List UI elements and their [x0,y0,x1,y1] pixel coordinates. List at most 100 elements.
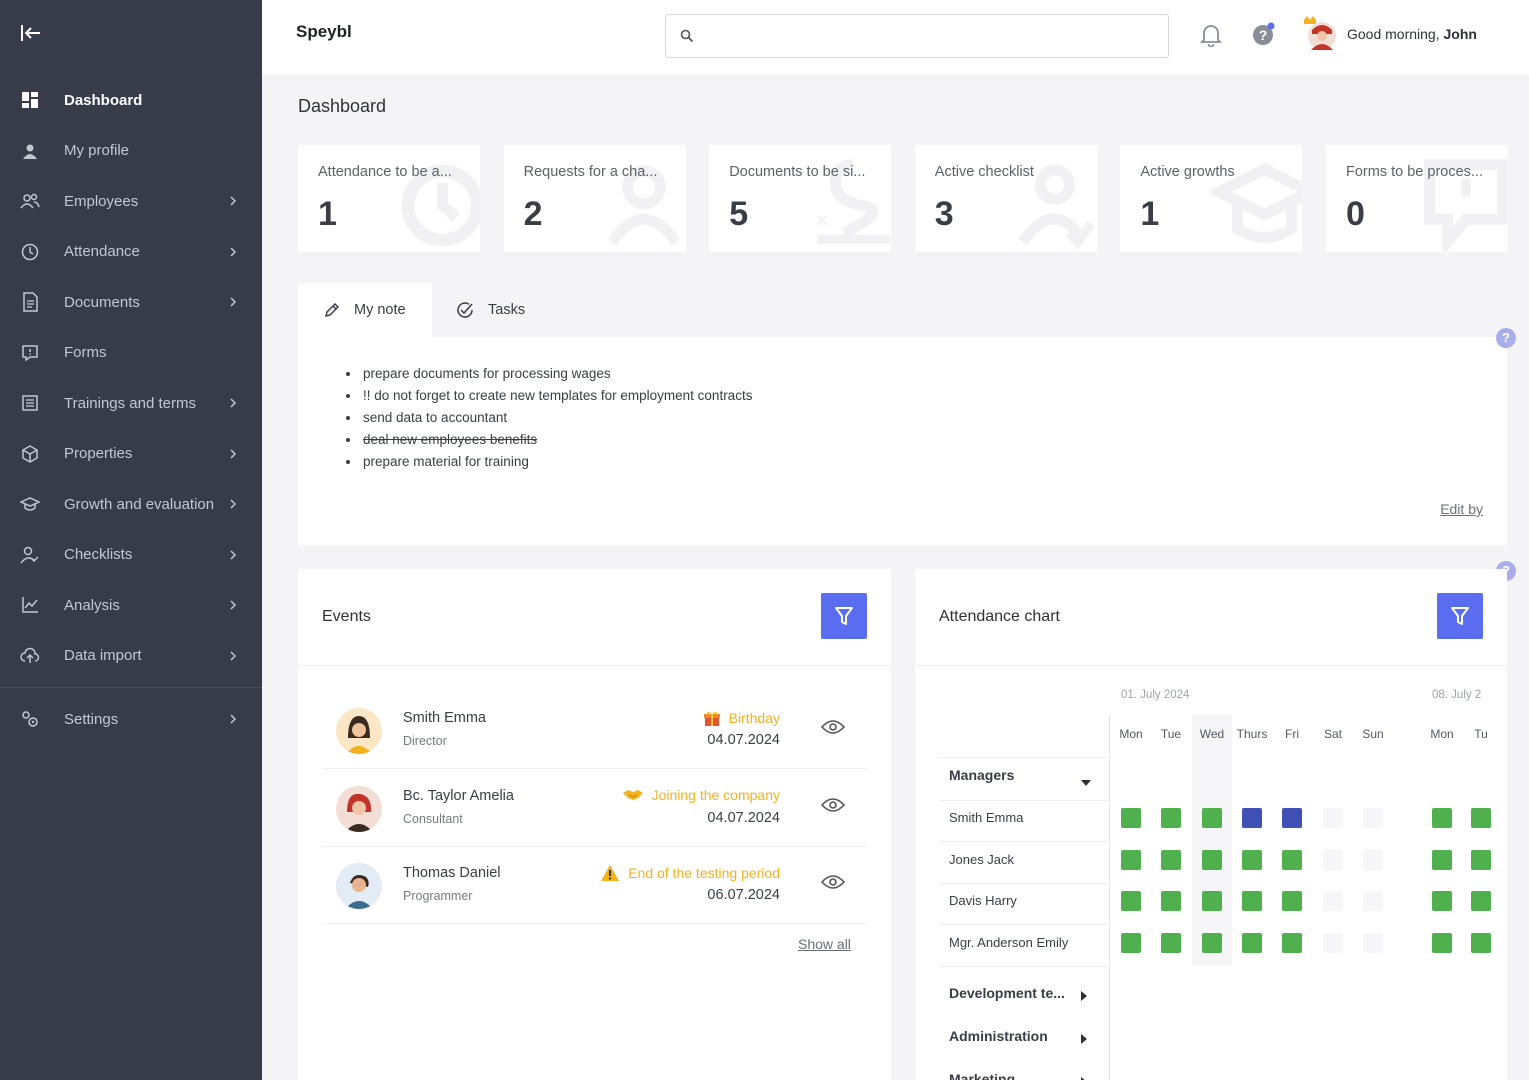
attendance-cell[interactable] [1323,932,1343,953]
attendance-cell[interactable] [1202,849,1222,870]
user-avatar[interactable] [1302,16,1336,50]
sidebar-item-my-profile[interactable]: My profile [0,126,262,177]
attendance-cell[interactable] [1242,932,1262,953]
attendance-cell[interactable] [1432,849,1452,870]
attendance-cell[interactable] [1471,849,1491,870]
grid-line [939,800,1109,801]
caret-right-icon[interactable] [1081,1074,1087,1080]
caret-right-icon[interactable] [1081,1031,1087,1049]
svg-text:?: ? [1259,27,1268,43]
sidebar-item-data-import[interactable]: Data import [0,631,262,682]
attendance-cell[interactable] [1161,932,1181,953]
attendance-cell[interactable] [1282,932,1302,953]
day-header: Tu [1474,727,1488,741]
attendance-cell[interactable] [1471,932,1491,953]
attendance-cell[interactable] [1242,808,1262,828]
attendance-cell[interactable] [1471,891,1491,911]
attendance-cell[interactable] [1432,891,1452,911]
attendance-cell[interactable] [1242,849,1262,870]
note-help-icon[interactable]: ? [1496,328,1516,348]
attendance-cell[interactable] [1471,808,1491,828]
stat-value: 5 [729,195,749,233]
search-input[interactable] [706,25,1156,49]
user-icon [20,141,40,161]
attendance-cell[interactable] [1432,932,1452,953]
sidebar-item-employees[interactable]: Employees [0,176,262,227]
stat-card[interactable]: Forms to be proces... 0 [1326,145,1508,252]
bell-icon[interactable] [1200,23,1222,47]
sidebar-item-trainings-and-terms[interactable]: Trainings and terms [0,378,262,429]
eye-icon[interactable] [821,874,845,890]
attendance-cell[interactable] [1121,891,1141,911]
attendance-cell[interactable] [1432,808,1452,828]
stat-card[interactable]: Active checklist 3 [914,145,1097,252]
attendance-cell[interactable] [1363,932,1383,953]
stat-card[interactable]: Attendance to be a... 1 [298,145,480,252]
sidebar-item-label: Trainings and terms [64,394,196,412]
stat-label: Active growths [1140,164,1235,180]
attendance-cell[interactable] [1323,891,1343,911]
attendance-filter-button[interactable] [1437,593,1483,639]
sidebar-item-checklists[interactable]: Checklists [0,530,262,581]
attendance-cell[interactable] [1202,891,1222,911]
attendance-cell[interactable] [1323,808,1343,828]
tab-my-note[interactable]: My note [298,283,432,337]
search-box[interactable] [665,14,1169,58]
attendance-row-name: Jones Jack [949,851,1015,867]
svg-text:×: × [816,208,830,234]
search-icon [680,29,694,43]
chevron-right-icon [230,247,237,257]
sidebar-item-dashboard[interactable]: Dashboard [0,75,262,126]
edit-by-link[interactable]: Edit by [1440,501,1483,517]
check-circle-icon [456,301,474,319]
attendance-cell[interactable] [1323,849,1343,870]
eye-icon[interactable] [821,797,845,813]
eye-icon[interactable] [821,719,845,735]
stat-card[interactable]: Requests for a cha... 2 [503,145,686,252]
box-icon [20,444,40,464]
group-development-te-[interactable]: Development te... [949,985,1065,1001]
attendance-cell[interactable] [1121,849,1141,870]
attendance-cell[interactable] [1282,849,1302,870]
attendance-cell[interactable] [1161,849,1181,870]
stat-card[interactable]: × Documents to be si... 5 [709,145,892,252]
stat-label: Documents to be si... [729,164,866,180]
attendance-cell[interactable] [1121,932,1141,953]
attendance-cell[interactable] [1363,808,1383,828]
grid-line [939,965,1109,967]
sidebar-item-attendance[interactable]: Attendance [0,227,262,278]
attendance-cell[interactable] [1282,808,1302,828]
show-all-link[interactable]: Show all [798,936,851,952]
attendance-cell[interactable] [1161,808,1181,828]
user-check-icon [20,545,40,565]
sidebar-item-properties[interactable]: Properties [0,429,262,480]
tab-tasks[interactable]: Tasks [432,283,552,337]
attendance-cell[interactable] [1242,891,1262,911]
caret-down-icon[interactable] [1081,773,1091,791]
attendance-cell[interactable] [1202,808,1222,828]
attendance-cell[interactable] [1121,808,1141,828]
attendance-cell[interactable] [1363,891,1383,911]
attendance-cell[interactable] [1363,849,1383,870]
attendance-cell[interactable] [1282,891,1302,911]
sidebar-item-growth-and-evaluation[interactable]: Growth and evaluation [0,479,262,530]
stat-value: 1 [1140,195,1160,233]
attendance-cell[interactable] [1161,891,1181,911]
pencil-icon [324,302,340,318]
sidebar-item-analysis[interactable]: Analysis [0,580,262,631]
training-icon [20,393,40,413]
document-icon [20,292,40,312]
stat-card[interactable]: Active growths 1 [1120,145,1303,252]
help-icon[interactable]: ? [1252,22,1276,46]
collapse-sidebar-icon[interactable] [20,22,42,44]
attendance-cell[interactable] [1202,932,1222,953]
sidebar-item-settings[interactable]: Settings [0,694,262,745]
caret-right-icon[interactable] [1081,988,1087,1006]
grid-line [939,924,1109,925]
sidebar-item-forms[interactable]: Forms [0,328,262,379]
group-marketing[interactable]: Marketing [949,1071,1015,1080]
group-administration[interactable]: Administration [949,1028,1048,1044]
events-filter-button[interactable] [821,593,867,639]
sidebar-item-documents[interactable]: Documents [0,277,262,328]
group-managers[interactable]: Managers [949,767,1014,783]
